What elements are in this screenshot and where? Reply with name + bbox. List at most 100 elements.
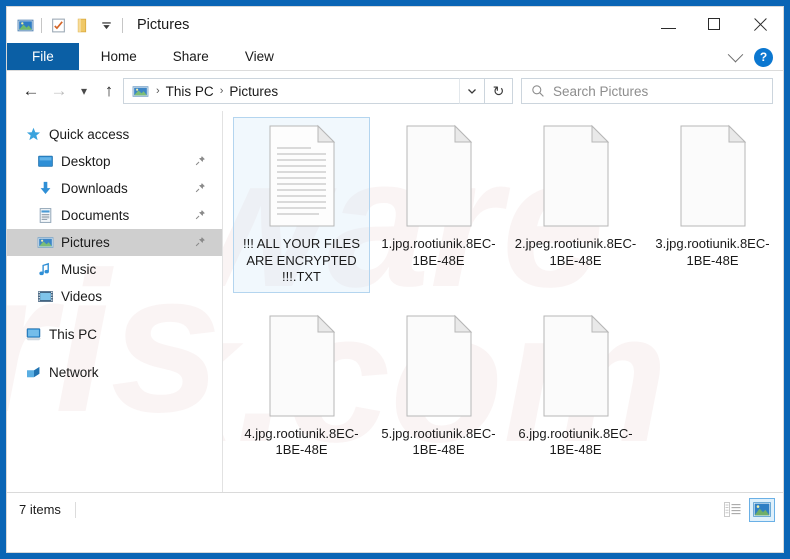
music-icon: [39, 262, 49, 276]
blank-document-icon: [538, 124, 614, 228]
address-dropdown-button[interactable]: [459, 78, 485, 104]
tab-home[interactable]: Home: [83, 43, 155, 70]
file-item[interactable]: 6.jpg.rootiunik.8EC-1BE-48E: [507, 307, 644, 466]
sidebar-item-quick-access[interactable]: Quick access: [7, 121, 222, 148]
sidebar-item-pictures[interactable]: Pictures: [7, 229, 222, 256]
text-document-icon: [264, 124, 340, 228]
close-button[interactable]: [737, 7, 783, 41]
status-separator: [74, 501, 76, 518]
properties-icon[interactable]: [46, 13, 70, 37]
file-item[interactable]: !!! ALL YOUR FILES ARE ENCRYPTED !!!.TXT: [233, 117, 370, 293]
window-controls: [645, 7, 783, 43]
status-bar: 7 items: [7, 492, 783, 526]
file-item[interactable]: 2.jpeg.rootiunik.8EC-1BE-48E: [507, 117, 644, 293]
sidebar-item-network[interactable]: Network: [7, 359, 222, 386]
file-name-label: !!! ALL YOUR FILES ARE ENCRYPTED !!!.TXT: [242, 236, 361, 284]
sidebar-gap-1: [7, 310, 222, 321]
breadcrumb-pictures[interactable]: Pictures: [229, 84, 278, 99]
large-icons-view-button[interactable]: [749, 497, 775, 522]
blank-document-icon: [675, 124, 751, 228]
file-name-label: 5.jpg.rootiunik.8EC-1BE-48E: [381, 425, 496, 458]
sidebar-item-label: Downloads: [61, 181, 128, 196]
file-name-label: 6.jpg.rootiunik.8EC-1BE-48E: [518, 425, 633, 458]
sidebar-item-label: Pictures: [61, 235, 110, 250]
search-input[interactable]: Search Pictures: [521, 78, 773, 104]
customize-dropdown-icon[interactable]: [94, 13, 118, 37]
picture-icon[interactable]: [13, 13, 37, 37]
sidebar-gap-2: [7, 348, 222, 359]
chevron-down-icon[interactable]: [724, 46, 746, 68]
file-name-label: 1.jpg.rootiunik.8EC-1BE-48E: [381, 236, 496, 268]
title-bar: Pictures: [7, 7, 783, 43]
refresh-button[interactable]: ↻: [485, 78, 513, 104]
file-item[interactable]: 5.jpg.rootiunik.8EC-1BE-48E: [370, 307, 507, 466]
file-name-label: 3.jpg.rootiunik.8EC-1BE-48E: [655, 236, 770, 268]
pin-icon[interactable]: [195, 236, 206, 250]
download-icon: [40, 181, 51, 195]
toolbar-separator-2: [122, 17, 123, 33]
blank-document-icon: [401, 124, 477, 228]
address-bar[interactable]: › This PC › Pictures: [123, 78, 459, 104]
details-view-button[interactable]: [719, 498, 745, 522]
desktop-icon: [38, 155, 53, 167]
thispc-icon: [26, 328, 41, 341]
sidebar-item-desktop[interactable]: Desktop: [7, 148, 222, 175]
item-count-label: 7 items: [19, 502, 61, 517]
file-item[interactable]: 3.jpg.rootiunik.8EC-1BE-48E: [644, 117, 781, 293]
sidebar-item-label: Network: [49, 365, 99, 380]
window-title: Pictures: [137, 17, 190, 33]
file-name-label: 2.jpeg.rootiunik.8EC-1BE-48E: [514, 236, 637, 268]
sidebar-item-label: This PC: [49, 327, 98, 342]
network-icon: [27, 366, 40, 378]
sidebar-item-label: Documents: [61, 208, 130, 223]
sidebar-item-label: Quick access: [49, 127, 130, 142]
tab-file[interactable]: File: [7, 43, 79, 70]
minimize-button[interactable]: [645, 7, 691, 41]
file-item[interactable]: 1.jpg.rootiunik.8EC-1BE-48E: [370, 117, 507, 293]
ribbon-right-controls: ?: [724, 43, 777, 71]
blank-document-icon: [264, 314, 340, 418]
recent-locations-button[interactable]: ▾: [73, 77, 95, 105]
explorer-body: ris Quick access Desktop: [7, 111, 783, 492]
maximize-button[interactable]: [691, 7, 737, 41]
sidebar-item-label: Videos: [61, 289, 103, 304]
breadcrumb-separator-1: ›: [219, 85, 224, 97]
breadcrumb-this-pc[interactable]: This PC: [166, 84, 214, 99]
pin-icon[interactable]: [195, 155, 206, 169]
sidebar-item-documents[interactable]: Documents: [7, 202, 222, 229]
file-name-label: 4.jpg.rootiunik.8EC-1BE-48E: [244, 425, 359, 458]
blank-document-icon: [538, 314, 614, 418]
pin-icon[interactable]: [195, 209, 206, 223]
search-icon: [532, 85, 544, 97]
forward-button[interactable]: →: [45, 77, 73, 105]
tab-view[interactable]: View: [227, 43, 292, 70]
file-list-pane[interactable]: ware k.com: [222, 111, 783, 492]
pictures-icon: [37, 237, 54, 248]
help-button[interactable]: ?: [754, 47, 773, 67]
file-icon-grid: !!! ALL YOUR FILES ARE ENCRYPTED !!!.TXT…: [223, 111, 783, 480]
file-explorer-window: Pictures File Home Share View ? ← → ▾ ↑: [6, 6, 784, 553]
sidebar-item-this-pc[interactable]: This PC: [7, 321, 222, 348]
navigation-sidebar: Quick access Desktop Downloads Documents…: [7, 111, 222, 492]
blank-document-icon: [401, 314, 477, 418]
new-folder-icon[interactable]: [70, 13, 94, 37]
back-button[interactable]: ←: [17, 77, 45, 105]
sidebar-item-videos[interactable]: Videos: [7, 283, 222, 310]
sidebar-item-label: Music: [61, 262, 97, 277]
pin-icon[interactable]: [195, 182, 206, 196]
documents-icon: [39, 208, 52, 223]
sidebar-item-label: Desktop: [61, 154, 111, 169]
breadcrumb-separator-0: ›: [156, 85, 160, 97]
quick-access-toolbar: [7, 13, 127, 37]
sidebar-item-music[interactable]: Music: [7, 256, 222, 283]
star-icon: [26, 127, 41, 141]
toolbar-separator-1: [41, 17, 42, 33]
view-mode-buttons: [719, 497, 775, 522]
sidebar-item-downloads[interactable]: Downloads: [7, 175, 222, 202]
file-item[interactable]: 4.jpg.rootiunik.8EC-1BE-48E: [233, 307, 370, 466]
search-placeholder: Search Pictures: [553, 83, 649, 99]
ribbon-tabs: File Home Share View ?: [7, 43, 783, 71]
pictures-icon: [132, 85, 149, 97]
up-button[interactable]: ↑: [95, 77, 123, 105]
tab-share[interactable]: Share: [155, 43, 227, 70]
